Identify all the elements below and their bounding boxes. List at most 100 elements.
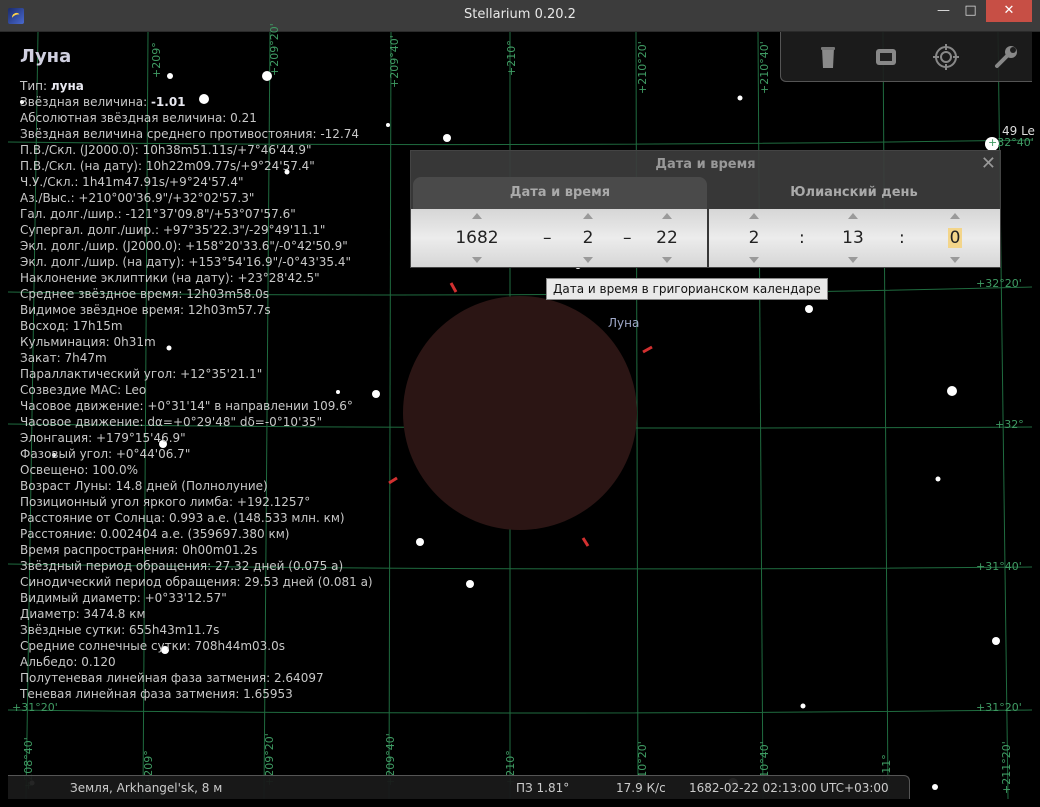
tooltip-gregorian: Дата и время в григорианском календаре: [546, 278, 828, 300]
time-separator: :: [899, 228, 905, 248]
hour-down-arrow-icon[interactable]: [749, 257, 759, 263]
info-line-label: Часовое движение: +0°31'14" в направлени…: [20, 399, 353, 413]
minute-spinbox[interactable]: 13: [833, 209, 873, 267]
maximize-button[interactable]: □: [957, 0, 984, 22]
location-status[interactable]: Земля, Arkhangel'sk, 8 м: [70, 781, 222, 795]
object-info-panel: Луна Тип: луна Звёздная величина: -1.01 Аб…: [20, 46, 373, 702]
top-right-toolbar: [780, 32, 1032, 82]
info-line-label: Аз./Выс.: +210°00'36.9"/+32°02'57.3": [20, 191, 255, 205]
info-line: Освещено: 100.0%: [20, 462, 373, 478]
info-line: Часовое движение: dα=+0°29'48" dδ=-0°10'…: [20, 414, 373, 430]
target-icon[interactable]: [931, 42, 961, 72]
info-line: Теневая линейная фаза затмения: 1.65953: [20, 686, 373, 702]
moon-disc[interactable]: [403, 296, 637, 530]
info-line: Фазовый угол: +0°44'06.7": [20, 446, 373, 462]
second-value[interactable]: 0: [948, 228, 962, 248]
info-line-label: Позиционный угол яркого лимба: +192.1257…: [20, 495, 311, 509]
info-line: Звёздная величина: -1.01: [20, 94, 373, 110]
info-line-value: -1.01: [150, 95, 186, 109]
info-line-label: Фазовый угол: +0°44'06.7": [20, 447, 191, 461]
grid-label-top-5: +210°20': [636, 41, 649, 94]
info-line-label: Звёздная величина:: [20, 95, 151, 109]
fov-status: ПЗ 1.81°: [516, 781, 570, 795]
info-line-label: Закат: 7h47m: [20, 351, 107, 365]
info-line-label: Восход: 17h15m: [20, 319, 123, 333]
time-field-group: 2 : 13 : 0: [709, 209, 1000, 267]
window-icon[interactable]: [871, 42, 901, 72]
wrench-icon[interactable]: [991, 42, 1021, 72]
info-line: Расстояние: 0.002404 а.е. (359697.380 км…: [20, 526, 373, 542]
tab-julian-day[interactable]: Юлианский день: [709, 177, 999, 209]
second-down-arrow-icon[interactable]: [950, 257, 960, 263]
info-line: Синодический период обращения: 29.53 дне…: [20, 574, 373, 590]
info-line-label: П.В./Скл. (на дату): 10h22m09.77s/+9°24'…: [20, 159, 315, 173]
info-line: Параллактический угол: +12°35'21.1": [20, 366, 373, 382]
datetime-fields: 1682 – 2 – 22 2 : 13: 0: [411, 209, 1000, 267]
info-line: Возраст Луны: 14.8 дней (Полнолуние): [20, 478, 373, 494]
close-window-button[interactable]: ✕: [986, 0, 1032, 22]
tab-datetime[interactable]: Дата и время: [413, 177, 707, 209]
minute-up-arrow-icon[interactable]: [848, 213, 858, 219]
info-line-label: Освещено: 100.0%: [20, 463, 138, 477]
minimize-button[interactable]: —: [930, 0, 957, 22]
second-up-arrow-icon[interactable]: [950, 213, 960, 219]
info-line-label: Альбедо: 0.120: [20, 655, 116, 669]
window-titlebar: Stellarium 0.20.2 — □ ✕: [0, 0, 1040, 32]
info-line-label: Время распространения: 0h00m01.2s: [20, 543, 258, 557]
info-line: Экл. долг./шир. (J2000.0): +158°20'33.6"…: [20, 238, 373, 254]
month-down-arrow-icon[interactable]: [583, 257, 593, 263]
info-line-value: луна: [50, 79, 84, 93]
info-line: Видимый диаметр: +0°33'12.57": [20, 590, 373, 606]
hour-up-arrow-icon[interactable]: [749, 213, 759, 219]
info-line-label: Тип:: [20, 79, 51, 93]
info-line: Экл. долг./шир. (на дату): +153°54'16.9"…: [20, 254, 373, 270]
year-spinbox[interactable]: 1682: [441, 209, 513, 267]
day-spinbox[interactable]: 22: [647, 209, 687, 267]
hour-spinbox[interactable]: 2: [737, 209, 771, 267]
hour-value[interactable]: 2: [737, 228, 771, 248]
second-spinbox[interactable]: 0: [935, 209, 975, 267]
info-line-label: Возраст Луны: 14.8 дней (Полнолуние): [20, 479, 268, 493]
info-line: Среднее звёздное время: 12h03m58.0s: [20, 286, 373, 302]
grid-label-top-6: +210°40': [758, 41, 771, 94]
year-up-arrow-icon[interactable]: [472, 213, 482, 219]
info-line: Звёздный период обращения: 27.32 дней (0…: [20, 558, 373, 574]
datetime-status[interactable]: 1682-02-22 02:13:00 UTC+03:00: [689, 781, 889, 795]
info-line: Звёздная величина среднего противостояни…: [20, 126, 373, 142]
grid-label-top-3: +209°40': [388, 35, 401, 88]
day-up-arrow-icon[interactable]: [662, 213, 672, 219]
bucket-icon[interactable]: [813, 42, 843, 72]
info-line-label: П.В./Скл. (J2000.0): 10h38m51.11s/+7°46'…: [20, 143, 312, 157]
year-down-arrow-icon[interactable]: [472, 257, 482, 263]
info-line: Время распространения: 0h00m01.2s: [20, 542, 373, 558]
info-line-label: Расстояние от Солнца: 0.993 а.е. (148.53…: [20, 511, 345, 525]
info-line-label: Элонгация: +179°15'46.9": [20, 431, 186, 445]
info-line-label: Звёздный период обращения: 27.32 дней (0…: [20, 559, 344, 573]
info-line: Полутеневая линейная фаза затмения: 2.64…: [20, 670, 373, 686]
info-line: Позиционный угол яркого лимба: +192.1257…: [20, 494, 373, 510]
info-line: Видимое звёздное время: 12h03m57.7s: [20, 302, 373, 318]
info-line: Ч.У./Скл.: 1h41m47.91s/+9°24'57.4": [20, 174, 373, 190]
minute-value[interactable]: 13: [833, 228, 873, 248]
info-line-label: Ч.У./Скл.: 1h41m47.91s/+9°24'57.4": [20, 175, 244, 189]
info-line-label: Созвездие МАС: Leo: [20, 383, 147, 397]
date-field-group: 1682 – 2 – 22: [411, 209, 707, 267]
object-info-lines: Тип: луна Звёздная величина: -1.01 Абсолют…: [20, 78, 373, 702]
month-value[interactable]: 2: [571, 228, 605, 248]
day-down-arrow-icon[interactable]: [662, 257, 672, 263]
info-line: П.В./Скл. (на дату): 10h22m09.77s/+9°24'…: [20, 158, 373, 174]
info-line-label: Расстояние: 0.002404 а.е. (359697.380 км…: [20, 527, 290, 541]
moon-label[interactable]: Луна: [608, 316, 639, 330]
month-spinbox[interactable]: 2: [571, 209, 605, 267]
info-line: Звёздные сутки: 655h43m11.7s: [20, 622, 373, 638]
info-line: Диаметр: 3474.8 км: [20, 606, 373, 622]
year-value[interactable]: 1682: [441, 228, 513, 248]
window-title: Stellarium 0.20.2: [464, 7, 576, 22]
month-up-arrow-icon[interactable]: [583, 213, 593, 219]
minute-down-arrow-icon[interactable]: [848, 257, 858, 263]
dialog-close-button[interactable]: ✕: [981, 153, 996, 174]
day-value[interactable]: 22: [647, 228, 687, 248]
fps-status: 17.9 К/с: [616, 781, 666, 795]
star-label-49-leo: 49 Le: [1002, 124, 1035, 138]
datetime-dialog: Дата и время ✕ Дата и время Юлианский де…: [410, 150, 1001, 268]
